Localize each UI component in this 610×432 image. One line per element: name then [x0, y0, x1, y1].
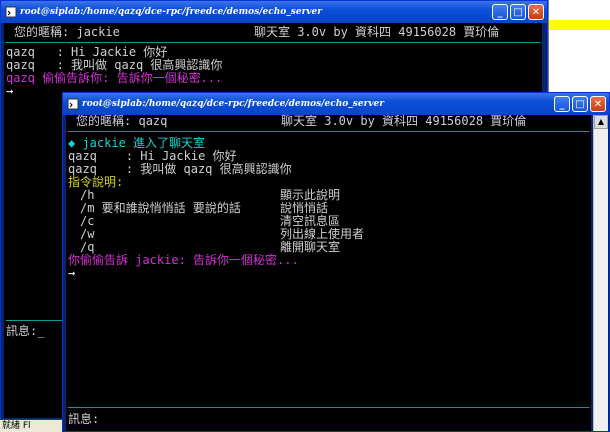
front-nickname-label: 您的暱稱: [76, 115, 132, 128]
front-terminal-window[interactable]: root@siplab:/home/qazq/dce-rpc/freedce/d… [62, 92, 610, 432]
front-close-button[interactable]: ✕ [590, 96, 606, 112]
back-input-value[interactable]: _ [37, 324, 44, 338]
back-nickname: jackie [76, 25, 120, 39]
front-maximize-button[interactable]: □ [572, 96, 588, 112]
front-input-row[interactable]: 訊息: [68, 413, 99, 426]
maximize-icon: □ [575, 98, 585, 110]
front-top-separator [68, 131, 589, 132]
back-maximize-button[interactable]: □ [510, 4, 526, 20]
terminal-app-icon [5, 6, 17, 18]
front-input-label: 訊息: [68, 412, 100, 426]
front-app-title: 聊天室 3.0v by 資科四 49156028 賈玠倫 [281, 115, 527, 128]
front-prompt-arrow: → [68, 266, 76, 280]
back-top-separator [6, 42, 540, 43]
front-nickname: qazq [138, 115, 168, 128]
front-scrollbar[interactable]: ▲ [593, 115, 608, 431]
front-terminal-screen[interactable]: 您的暱稱: qazq 聊天室 3.0v by 資科四 49156028 賈玠倫 … [66, 115, 591, 431]
close-icon: ✕ [593, 98, 603, 110]
front-bottom-separator [68, 407, 589, 408]
maximize-icon: □ [513, 6, 523, 18]
back-message-3: qazq 偷偷告訴你: 告訴你一個秘密... [6, 71, 223, 85]
back-titlebar[interactable]: root@siplab:/home/qazq/dce-rpc/freedce/d… [1, 1, 547, 23]
arrow-up-icon: ▲ [597, 117, 605, 126]
back-prompt-arrow: → [6, 84, 14, 98]
back-window-title: root@siplab:/home/qazq/dce-rpc/freedce/d… [20, 7, 323, 17]
terminal-app-icon [67, 98, 79, 110]
front-window-title: root@siplab:/home/qazq/dce-rpc/freedce/d… [82, 99, 385, 109]
back-nickname-label: 您的暱稱: [14, 25, 70, 39]
front-minimize-button[interactable]: _ [554, 96, 570, 112]
back-nickname-row: 您的暱稱: jackie [14, 26, 120, 39]
minimize-icon: _ [497, 6, 503, 18]
back-close-button[interactable]: ✕ [528, 4, 544, 20]
front-cmd-2: /m 要和誰說悄悄話 要說的話 [80, 201, 241, 215]
back-minimize-button[interactable]: _ [492, 4, 508, 20]
minimize-icon: _ [559, 98, 565, 110]
front-nickname-row: 您的暱稱: qazq [76, 115, 167, 128]
close-icon: ✕ [531, 6, 541, 18]
front-titlebar[interactable]: root@siplab:/home/qazq/dce-rpc/freedce/d… [63, 93, 609, 115]
front-help-header: 指令說明: [68, 175, 124, 189]
background-app-highlight [549, 20, 610, 30]
back-input-row[interactable]: 訊息:_ [6, 325, 44, 338]
back-app-title: 聊天室 3.0v by 資科四 49156028 賈玠倫 [254, 25, 500, 39]
back-input-label: 訊息: [6, 324, 38, 338]
front-whisper-message: 你偷偷告訴 jackie: 告訴你一個秘密... [68, 253, 299, 267]
scroll-up-button[interactable]: ▲ [594, 115, 608, 129]
